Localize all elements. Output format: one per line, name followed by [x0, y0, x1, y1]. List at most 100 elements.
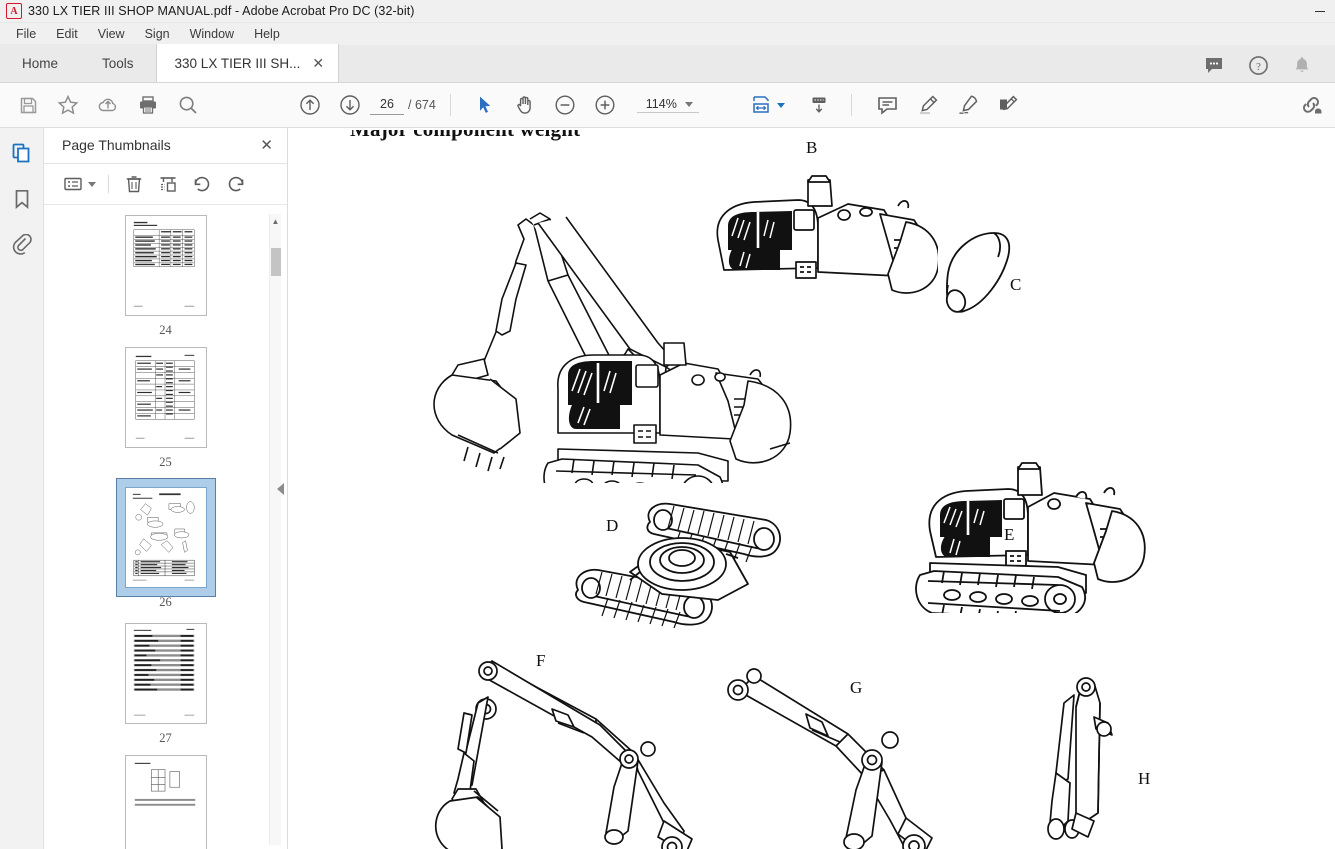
list-item[interactable]: 27	[124, 623, 207, 746]
thumbnail-number: 26	[159, 595, 172, 610]
scroll-mode-icon[interactable]	[799, 85, 839, 125]
view-tools-group: 114%	[465, 85, 699, 125]
component-label-b: B	[806, 138, 818, 157]
arm-assembly: H	[1038, 673, 1158, 849]
menu-help[interactable]: Help	[244, 25, 290, 43]
panel-title: Page Thumbnails	[62, 137, 171, 154]
thumbnail-page-24[interactable]	[124, 215, 207, 317]
fit-width-chevron-icon[interactable]	[776, 102, 785, 108]
tab-document-label: 330 LX TIER III SH...	[174, 55, 301, 71]
search-icon[interactable]	[168, 85, 208, 125]
tab-tools[interactable]: Tools	[80, 44, 156, 82]
print-icon[interactable]	[128, 85, 168, 125]
scroll-up-icon[interactable]: ▲	[270, 214, 281, 228]
page-navigation-group: 26 / 674	[290, 85, 436, 125]
zoom-out-icon[interactable]	[545, 85, 585, 125]
chevron-down-icon[interactable]	[684, 101, 693, 107]
hand-icon[interactable]	[505, 85, 545, 125]
rotate-clockwise-icon[interactable]	[221, 169, 251, 199]
bookmark-icon[interactable]	[9, 186, 35, 212]
tab-strip: Home Tools 330 LX TIER III SH... ✕ ?	[0, 44, 1335, 83]
fit-width-icon[interactable]	[741, 85, 781, 125]
component-label-d: D	[606, 516, 619, 535]
counterweight: C	[928, 223, 1028, 323]
tab-home[interactable]: Home	[0, 44, 81, 82]
list-item[interactable]: 25	[124, 347, 207, 470]
share-link-icon[interactable]	[1291, 85, 1331, 125]
comment-icon[interactable]	[868, 85, 908, 125]
menu-file[interactable]: File	[6, 25, 46, 43]
menu-bar: File Edit View Sign Window Help	[0, 23, 1335, 45]
main-toolbar: 26 / 674 114%	[0, 83, 1335, 128]
help-icon[interactable]: ?	[1247, 54, 1269, 76]
toolbar-separator-2	[850, 94, 852, 116]
thumbnail-number: 25	[159, 455, 172, 470]
menu-window[interactable]: Window	[180, 25, 244, 43]
tab-document[interactable]: 330 LX TIER III SH... ✕	[155, 44, 340, 82]
minimize-button[interactable]	[1305, 0, 1335, 23]
thumbnails-toolbar	[44, 164, 287, 206]
thumbnail-page-28[interactable]	[124, 755, 207, 849]
pdf-page: Major component weight B C D E F G H	[288, 128, 1335, 849]
menu-edit[interactable]: Edit	[46, 25, 88, 43]
window-controls	[1305, 0, 1335, 23]
thumbnail-scrollbar[interactable]: ▲	[269, 214, 281, 845]
acrobat-icon: A	[6, 3, 22, 19]
fill-and-sign-icon[interactable]	[988, 85, 1028, 125]
rotate-counterclockwise-icon[interactable]	[187, 169, 217, 199]
sign-pen-icon[interactable]	[948, 85, 988, 125]
list-item[interactable]: 28	[124, 755, 207, 849]
previous-page-icon[interactable]	[290, 85, 330, 125]
bell-icon[interactable]	[1291, 54, 1313, 76]
next-page-icon[interactable]	[330, 85, 370, 125]
document-viewport[interactable]: Major component weight B C D E F G H	[288, 128, 1335, 849]
menu-sign[interactable]: Sign	[135, 25, 180, 43]
highlight-icon[interactable]	[908, 85, 948, 125]
options-list-icon[interactable]	[58, 169, 88, 199]
list-item[interactable]: 24	[124, 215, 207, 338]
page-number-input[interactable]: 26	[370, 95, 404, 115]
upload-cloud-icon[interactable]	[88, 85, 128, 125]
tab-strip-right-icons: ?	[1203, 54, 1335, 82]
options-chevron-icon[interactable]	[88, 181, 96, 187]
zoom-in-icon[interactable]	[585, 85, 625, 125]
collapse-panel-icon[interactable]	[273, 480, 287, 498]
delete-pages-icon[interactable]	[119, 169, 149, 199]
extract-pages-icon[interactable]	[153, 169, 183, 199]
file-tools-group	[0, 85, 208, 125]
thumbnails-header: Page Thumbnails ✕	[44, 128, 287, 164]
component-label-g: G	[850, 678, 863, 697]
upper-structure: B	[708, 138, 938, 301]
thumbnail-number: 24	[159, 323, 172, 338]
share-group	[1291, 85, 1331, 125]
thumbnail-page-27[interactable]	[124, 623, 207, 725]
select-arrow-icon[interactable]	[465, 85, 505, 125]
thumbnail-number: 27	[159, 731, 172, 746]
page-thumbnails-icon[interactable]	[9, 140, 35, 166]
zoom-level-dropdown[interactable]: 114%	[636, 97, 699, 113]
save-icon[interactable]	[8, 85, 48, 125]
page-title: Major component weight	[350, 128, 581, 141]
component-label-f: F	[536, 651, 546, 670]
menu-view[interactable]: View	[88, 25, 135, 43]
thumbnail-page-26[interactable]	[117, 480, 214, 596]
acrobat-window: A 330 LX TIER III SHOP MANUAL.pdf - Adob…	[0, 0, 1335, 849]
list-item-selected[interactable]: 26	[117, 480, 214, 610]
thumbnail-page-25[interactable]	[124, 347, 207, 449]
close-icon[interactable]: ✕	[260, 138, 273, 153]
page-total-label: / 674	[408, 98, 436, 112]
workspace: Page Thumbnails ✕ 24 25 26 27 ▲ Major co…	[0, 128, 1335, 849]
layout-tools-group	[741, 85, 839, 125]
annotation-tools-group	[868, 85, 1028, 125]
component-label-c: C	[1010, 275, 1022, 294]
thumbnail-list[interactable]: 24 25 26 27	[44, 205, 287, 849]
base-machine: E	[908, 423, 1168, 613]
close-icon[interactable]: ✕	[312, 56, 324, 70]
front-attachment: F	[428, 651, 708, 849]
comment-bubble-icon[interactable]	[1203, 54, 1225, 76]
navigation-rail	[0, 128, 44, 849]
star-icon[interactable]	[48, 85, 88, 125]
paperclip-icon[interactable]	[9, 232, 35, 258]
scrollbar-thumb[interactable]	[271, 248, 281, 276]
svg-text:?: ?	[1256, 60, 1261, 72]
